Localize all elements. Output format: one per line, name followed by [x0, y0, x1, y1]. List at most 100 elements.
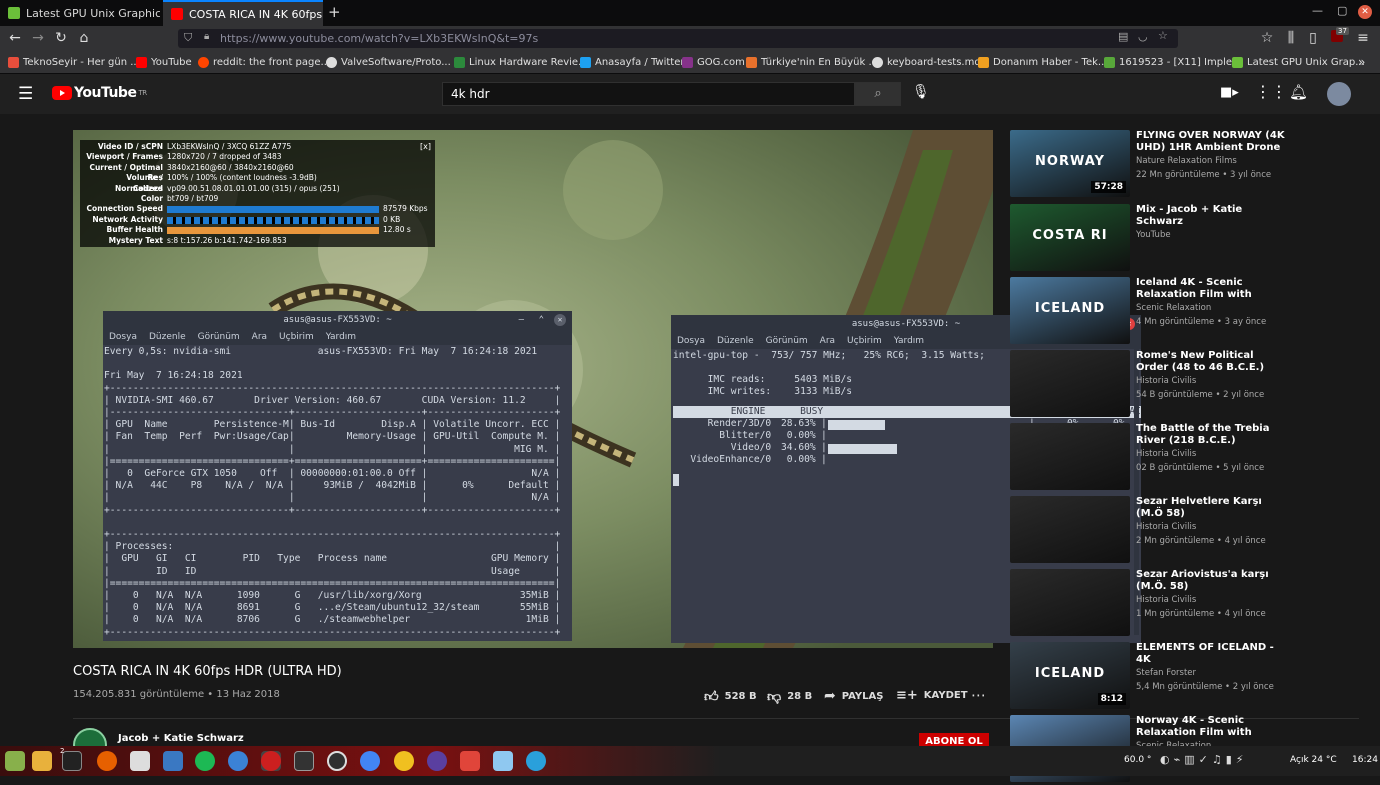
- video-thumbnail[interactable]: [1010, 569, 1130, 636]
- related-video-title[interactable]: Iceland 4K - Scenic Relaxation Film with…: [1136, 277, 1286, 300]
- menu-item-file[interactable]: Dosya: [109, 329, 137, 345]
- menu-item-help[interactable]: Yardım: [894, 333, 924, 349]
- close-tab-icon[interactable]: ✕: [322, 8, 323, 21]
- terminal-output[interactable]: Every 0,5s: nvidia-smi asus-FX553VD: Fri…: [103, 345, 572, 635]
- related-video-item[interactable]: COSTA RI Mix - Jacob + Katie Schwarz YouTu…: [1010, 204, 1295, 274]
- close-window-icon[interactable]: ✕: [1358, 5, 1372, 19]
- related-video-item[interactable]: Sezar Helvetlere Karşı (M.Ö 58) Historia …: [1010, 496, 1295, 566]
- related-video-item[interactable]: ICELAND Iceland 4K - Scenic Relaxation Fi…: [1010, 277, 1295, 347]
- like-button[interactable]: 👍︎ 528 B: [704, 688, 757, 705]
- related-video-channel[interactable]: Nature Relaxation Films: [1136, 156, 1237, 166]
- tab-youtube[interactable]: COSTA RICA IN 4K 60fps ✕: [163, 0, 323, 26]
- related-video-title[interactable]: The Battle of the Trebia River (218 B.C.…: [1136, 423, 1286, 446]
- search-button[interactable]: ⌕: [855, 82, 901, 106]
- bookmark-item[interactable]: Linux Hardware Revie...: [454, 50, 588, 74]
- bookmark-item[interactable]: ValveSoftware/Proto...: [326, 50, 451, 74]
- spotify-icon[interactable]: [195, 751, 215, 771]
- related-video-channel[interactable]: Stefan Forster: [1136, 668, 1196, 678]
- channel-name[interactable]: Jacob + Katie Schwarz: [118, 733, 244, 744]
- minimize-icon[interactable]: —: [1312, 4, 1323, 17]
- related-video-channel[interactable]: Scenic Relaxation: [1136, 303, 1211, 313]
- game-launcher-icon[interactable]: [460, 751, 480, 771]
- related-video-item[interactable]: ICELAND 8:12 ELEMENTS OF ICELAND - 4K Stefa…: [1010, 642, 1295, 712]
- related-video-title[interactable]: Sezar Ariovistus'a karşı (M.Ö. 58): [1136, 569, 1286, 592]
- url-bar[interactable]: ⛉ 🔒︎ https://www.youtube.com/watch?v=LXb…: [178, 29, 1178, 48]
- weather-indicator[interactable]: Açık 24 °C: [1290, 755, 1337, 765]
- related-video-channel[interactable]: Historia Civilis: [1136, 449, 1196, 459]
- video-thumbnail[interactable]: [1010, 350, 1130, 417]
- youtube-logo[interactable]: YouTube TR: [52, 85, 147, 101]
- menu-item-help[interactable]: Yardım: [326, 329, 356, 345]
- notifications-bell-icon[interactable]: 🔔︎: [1289, 83, 1308, 101]
- clock[interactable]: 16:24: [1352, 755, 1378, 765]
- dislike-button[interactable]: 👎︎ 28 B: [767, 688, 812, 705]
- gamepad-icon[interactable]: [493, 751, 513, 771]
- close-window-icon[interactable]: ✕: [554, 314, 566, 326]
- related-video-title[interactable]: Norway 4K - Scenic Relaxation Film with …: [1136, 715, 1286, 738]
- menu-item-search[interactable]: Ara: [820, 333, 835, 349]
- pocket-icon[interactable]: ◡: [1138, 30, 1148, 43]
- forward-icon[interactable]: →: [27, 26, 49, 50]
- firefox-icon[interactable]: [97, 751, 117, 771]
- text-editor-icon[interactable]: [130, 751, 150, 771]
- files-icon[interactable]: [32, 751, 52, 771]
- stats-close-button[interactable]: [x]: [420, 142, 431, 152]
- related-video-item[interactable]: Rome's New Political Order (48 to 46 B.C…: [1010, 350, 1295, 420]
- app-icon[interactable]: [394, 751, 414, 771]
- related-video-title[interactable]: Mix - Jacob + Katie Schwarz: [1136, 204, 1286, 227]
- create-video-icon[interactable]: ■▸: [1220, 85, 1239, 100]
- chrome-icon[interactable]: [360, 751, 380, 771]
- reader-icon[interactable]: ▤: [1118, 30, 1128, 43]
- lock-icon[interactable]: 🔒︎: [204, 31, 209, 42]
- bookmarks-icon[interactable]: ☆: [1256, 26, 1278, 50]
- opera-icon[interactable]: [261, 751, 281, 771]
- bookmark-item[interactable]: GOG.com: [682, 50, 745, 74]
- terminal-app-icon[interactable]: [62, 751, 82, 771]
- share-button[interactable]: ➦ PAYLAŞ: [824, 688, 883, 704]
- related-video-channel[interactable]: Historia Civilis: [1136, 376, 1196, 386]
- minimize-icon[interactable]: –: [519, 311, 524, 329]
- related-video-title[interactable]: Rome's New Political Order (48 to 46 B.C…: [1136, 350, 1286, 373]
- back-icon[interactable]: ←: [4, 26, 26, 50]
- video-thumbnail[interactable]: ICELAND: [1010, 277, 1130, 344]
- bookmark-item[interactable]: reddit: the front page...: [198, 50, 330, 74]
- video-thumbnail[interactable]: COSTA RI: [1010, 204, 1130, 271]
- related-video-item[interactable]: Sezar Ariovistus'a karşı (M.Ö. 58) Histor…: [1010, 569, 1295, 639]
- telegram-icon[interactable]: [526, 751, 546, 771]
- tray-icons[interactable]: ◐⌁▥✓♫▮⚡: [1160, 753, 1247, 766]
- microphone-icon[interactable]: 🎙︎: [912, 84, 930, 100]
- bookmark-item[interactable]: Türkiye'nin En Büyük ...: [746, 50, 878, 74]
- hamburger-menu-icon[interactable]: ☰: [18, 84, 33, 104]
- video-thumbnail[interactable]: ICELAND 8:12: [1010, 642, 1130, 709]
- mint-menu-icon[interactable]: [5, 751, 25, 771]
- video-thumbnail[interactable]: [1010, 496, 1130, 563]
- bookmark-item[interactable]: YouTube: [136, 50, 192, 74]
- terminal-window-nvidia-smi[interactable]: asus@asus-FX553VD: ~ – ⌃ ✕ Dosya Düzenle…: [103, 311, 572, 641]
- terminal-titlebar[interactable]: asus@asus-FX553VD: ~ – ⌃ ✕: [103, 311, 572, 329]
- more-actions-icon[interactable]: ⋯: [971, 686, 986, 704]
- menu-item-terminal[interactable]: Uçbirim: [279, 329, 314, 345]
- maximize-icon[interactable]: ⌃: [539, 311, 544, 329]
- media-player-icon[interactable]: [427, 751, 447, 771]
- bookmark-item[interactable]: Latest GPU Unix Grap...: [1232, 50, 1365, 74]
- home-icon[interactable]: ⌂: [73, 26, 95, 50]
- related-video-title[interactable]: ELEMENTS OF ICELAND - 4K: [1136, 642, 1286, 665]
- system-monitor-icon[interactable]: [294, 751, 314, 771]
- video-thumbnail[interactable]: NORWAY 57:28: [1010, 130, 1130, 197]
- related-video-title[interactable]: Sezar Helvetlere Karşı (M.Ö 58): [1136, 496, 1286, 519]
- menu-item-search[interactable]: Ara: [252, 329, 267, 345]
- menu-icon[interactable]: ≡: [1352, 26, 1374, 50]
- search-input[interactable]: 4k hdr: [442, 82, 855, 106]
- menu-item-edit[interactable]: Düzenle: [149, 329, 186, 345]
- menu-item-edit[interactable]: Düzenle: [717, 333, 754, 349]
- related-video-title[interactable]: FLYING OVER NORWAY (4K UHD) 1HR Ambient …: [1136, 130, 1286, 153]
- bookmark-item[interactable]: Anasayfa / Twitter: [580, 50, 684, 74]
- related-video-channel[interactable]: Historia Civilis: [1136, 522, 1196, 532]
- bookmark-item[interactable]: TeknoSeyir - Her gün ...: [8, 50, 140, 74]
- tab-latest-gpu[interactable]: Latest GPU Unix Graphics/L ✕: [0, 0, 160, 26]
- obs-icon[interactable]: [327, 751, 347, 771]
- new-tab-button[interactable]: +: [328, 3, 341, 21]
- steam-icon[interactable]: [163, 751, 183, 771]
- more-bookmarks-icon[interactable]: »: [1358, 50, 1365, 74]
- qbittorrent-icon[interactable]: [228, 751, 248, 771]
